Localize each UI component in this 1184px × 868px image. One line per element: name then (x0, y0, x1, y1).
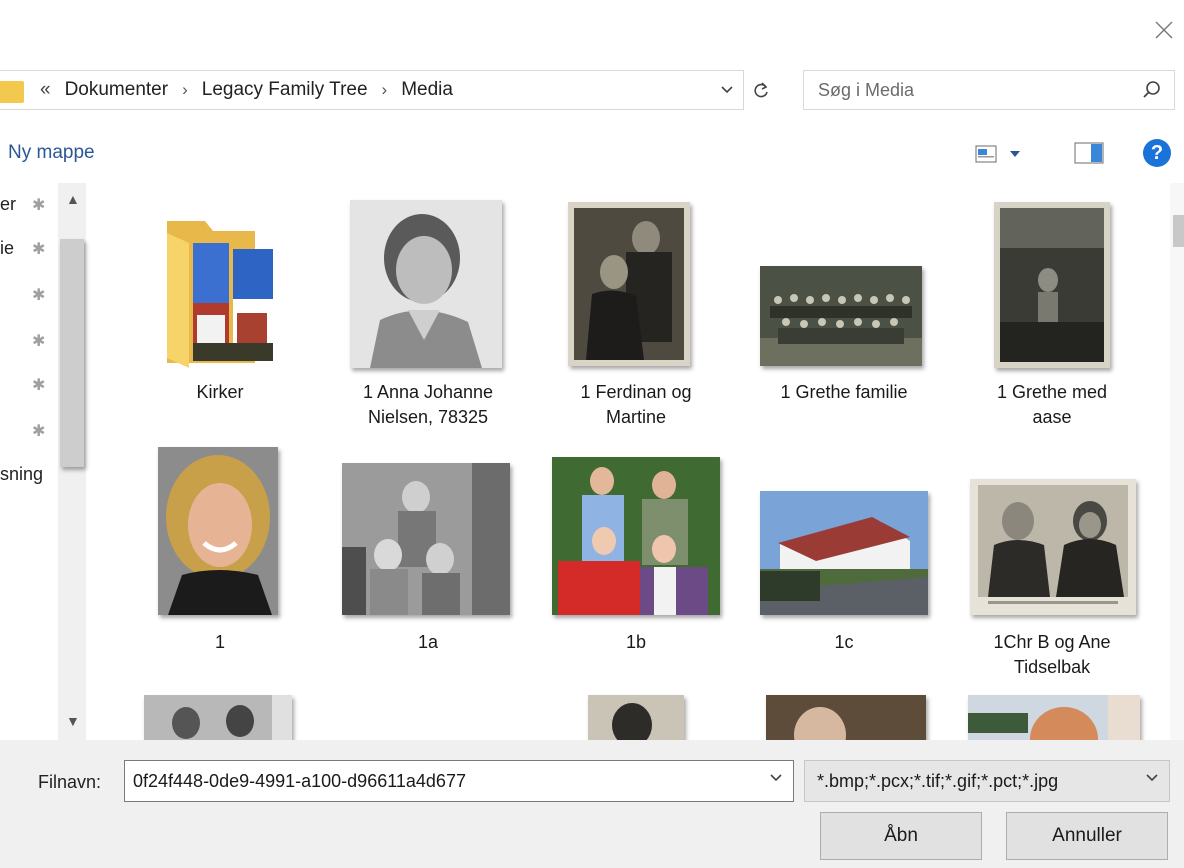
thumbnail-image (158, 447, 278, 615)
preview-pane-icon (1074, 142, 1104, 164)
refresh-icon (754, 82, 768, 98)
file-label: 1 Grethe med (996, 382, 1108, 402)
file-item-grethe-med-aase[interactable]: 1 Grethe med aase (952, 200, 1152, 440)
breadcrumb: « Dokumenter › Legacy Family Tree › Medi… (40, 79, 453, 101)
pin-icon: ✱ (32, 333, 46, 350)
file-item-anna-johanne[interactable]: 1 Anna Johanne Nielsen, 78325 (328, 200, 528, 440)
pin-icon: ✱ (32, 423, 46, 440)
thumbnail-image (568, 202, 690, 366)
chevron-down-icon (1146, 774, 1158, 782)
nav-item[interactable]: ✱ (0, 325, 58, 355)
cancel-button[interactable]: Annuller (1006, 812, 1168, 860)
nav-item[interactable]: ✱ (0, 415, 58, 445)
close-icon (1155, 21, 1173, 39)
pin-icon: ✱ (32, 287, 46, 304)
search-input[interactable] (818, 79, 1118, 101)
nav-scrollbar[interactable]: ▲ ▼ (58, 183, 86, 743)
file-label: 1c (834, 632, 854, 652)
thumbnail-image (994, 202, 1110, 368)
file-label: Nielsen, 78325 (367, 407, 489, 427)
folder-icon (0, 77, 26, 103)
breadcrumb-separator[interactable]: › (182, 80, 188, 100)
file-label: Martine (605, 407, 667, 427)
file-label: 1 Anna Johanne (362, 382, 494, 402)
breadcrumb-media[interactable]: Media (401, 79, 453, 101)
thumbnail-image (970, 479, 1136, 615)
address-bar[interactable]: « Dokumenter › Legacy Family Tree › Medi… (0, 70, 744, 110)
file-label: 1 Ferdinan og (580, 382, 692, 402)
thumbnail-image (350, 200, 502, 368)
file-type-value: *.bmp;*.pcx;*.tif;*.gif;*.pct;*.jpg (817, 770, 1059, 791)
help-button[interactable]: ? (1143, 139, 1171, 167)
filename-label: Filnavn: (38, 772, 102, 792)
thumbnail-image (588, 695, 684, 740)
filename-input[interactable] (133, 770, 753, 792)
file-label: 1 Grethe familie (780, 382, 908, 402)
file-label: Kirker (196, 382, 244, 402)
refresh-button[interactable] (744, 70, 778, 110)
file-label: 1b (625, 632, 647, 652)
file-label: Tidselbak (1013, 657, 1091, 677)
file-type-select[interactable]: *.bmp;*.pcx;*.tif;*.gif;*.pct;*.jpg (804, 760, 1170, 802)
file-item-1a[interactable]: 1a (328, 445, 528, 655)
file-item-ferdinan-og-martine[interactable]: 1 Ferdinan og Martine (536, 200, 736, 440)
change-view-button[interactable] (975, 142, 1039, 166)
search-icon[interactable] (1142, 80, 1162, 100)
address-dropdown-button[interactable] (716, 71, 738, 109)
thumbnail-image (144, 695, 292, 740)
thumbnail-image (760, 266, 922, 366)
scroll-thumb[interactable] (60, 239, 84, 467)
nav-item[interactable]: sning (0, 459, 58, 489)
thumbnail-image (760, 491, 928, 615)
file-grid-scrollbar[interactable] (1170, 183, 1184, 740)
scroll-down-icon[interactable]: ▼ (66, 713, 80, 729)
breadcrumb-separator[interactable]: › (382, 80, 388, 100)
search-box[interactable] (803, 70, 1175, 110)
file-label: 1 (214, 632, 225, 652)
nav-item[interactable]: ie ✱ (0, 233, 58, 263)
nav-item-label: sning (0, 463, 44, 484)
scroll-thumb[interactable] (1173, 215, 1184, 247)
pin-icon: ✱ (32, 377, 46, 394)
breadcrumb-legacy-family-tree[interactable]: Legacy Family Tree (202, 79, 368, 101)
nav-item[interactable]: er ✱ (0, 189, 58, 219)
nav-item[interactable]: ✱ (0, 279, 58, 309)
new-folder-button[interactable]: Ny mappe (8, 142, 95, 164)
chevron-down-icon[interactable] (769, 773, 783, 783)
thumbnail-image (968, 695, 1140, 740)
nav-item-label: er (0, 193, 17, 214)
breadcrumb-overflow[interactable]: « (40, 79, 51, 101)
open-button[interactable]: Åbn (820, 812, 982, 860)
file-grid: Kirker 1 Anna Johanne Nielsen, 78325 1 F… (90, 183, 1170, 740)
scroll-up-icon[interactable]: ▲ (66, 191, 80, 207)
file-label: 1a (417, 632, 439, 652)
preview-pane-button[interactable] (1074, 141, 1108, 167)
chevron-down-icon (721, 86, 733, 94)
close-button[interactable] (1150, 16, 1178, 44)
pin-icon: ✱ (32, 241, 46, 258)
folder-icon (167, 221, 273, 368)
filename-field[interactable] (124, 760, 794, 802)
breadcrumb-dokumenter[interactable]: Dokumenter (65, 79, 169, 101)
nav-item[interactable]: ✱ (0, 369, 58, 399)
thumbnail-image (342, 463, 510, 615)
file-item-1[interactable]: 1 (120, 445, 320, 655)
file-item-1c[interactable]: 1c (744, 445, 944, 655)
file-item-1chr-b-og-ane-tidselbak[interactable]: 1Chr B og Ane Tidselbak (952, 445, 1152, 685)
file-label: aase (1032, 407, 1072, 427)
file-item-kirker[interactable]: Kirker (120, 203, 320, 423)
file-item-grethe-familie[interactable]: 1 Grethe familie (744, 200, 944, 440)
thumbnail-image (552, 457, 720, 615)
pin-icon: ✱ (32, 197, 46, 214)
nav-item-label: ie (0, 237, 15, 258)
file-label: 1Chr B og Ane (993, 632, 1111, 652)
file-item-1b[interactable]: 1b (536, 445, 736, 655)
view-icon (975, 145, 997, 163)
chevron-down-icon (1010, 151, 1020, 157)
thumbnail-image (766, 695, 926, 740)
